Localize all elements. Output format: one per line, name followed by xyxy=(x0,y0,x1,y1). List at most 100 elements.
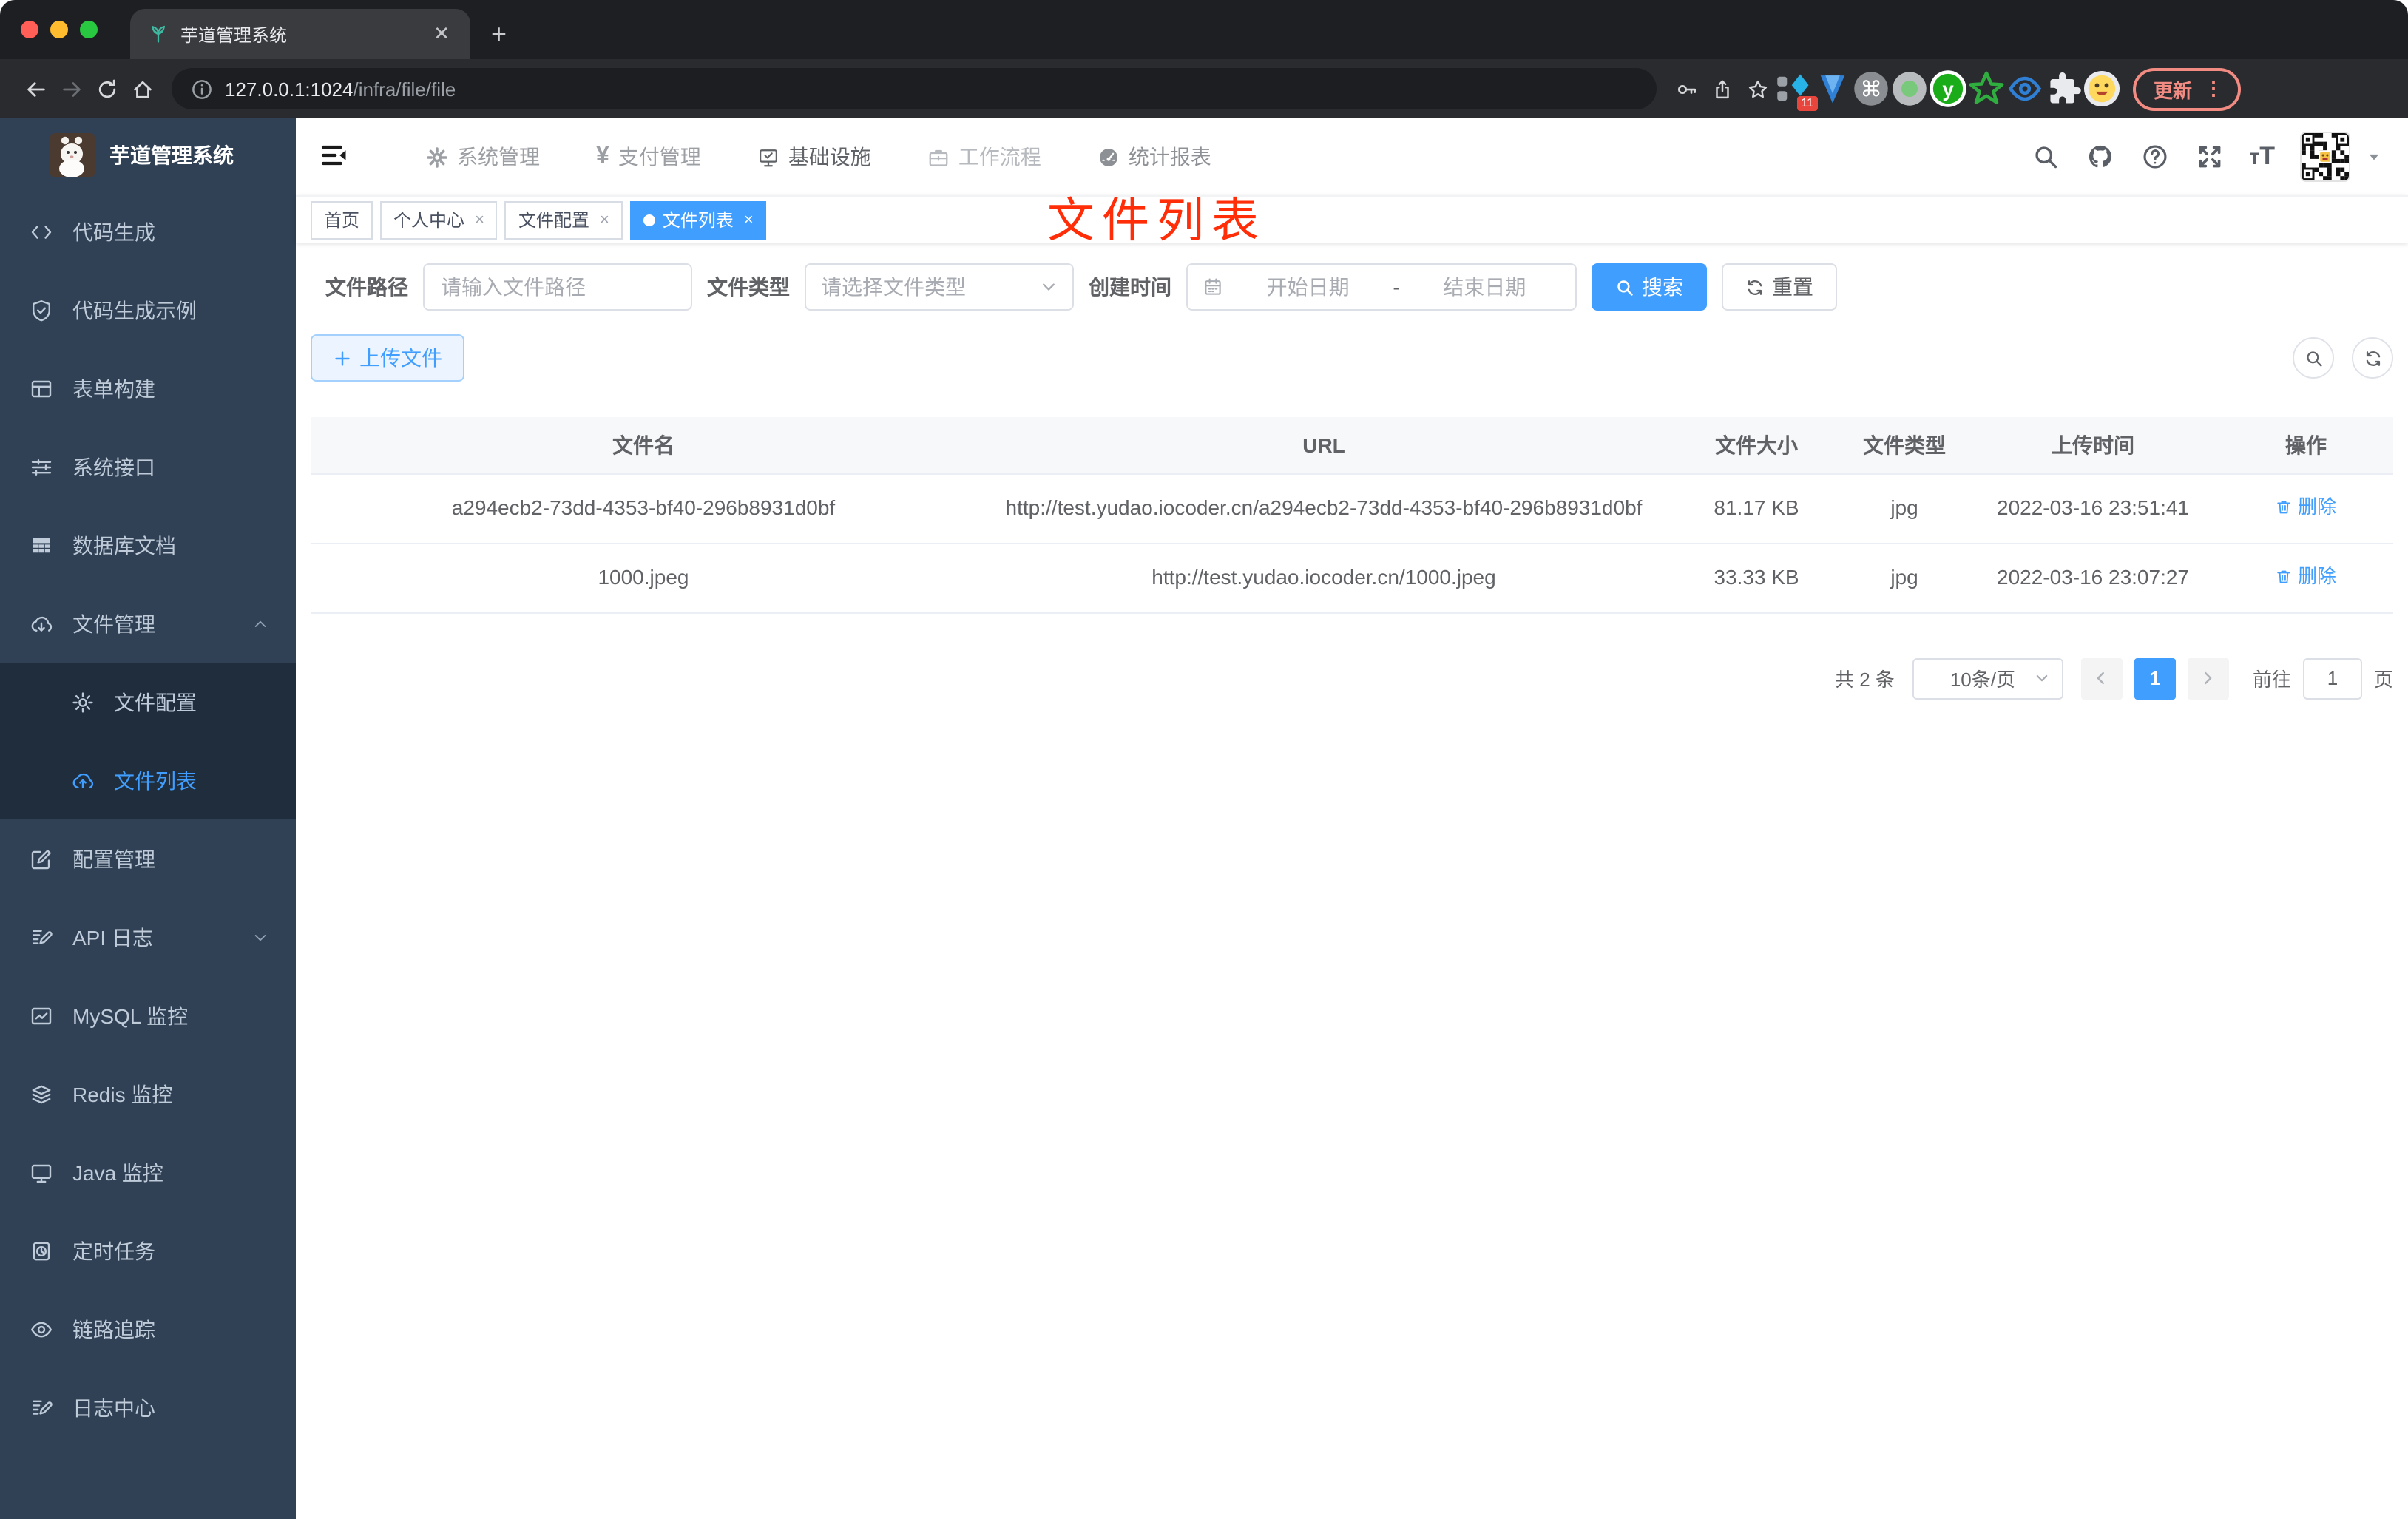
tag-文件列表[interactable]: 文件列表 × xyxy=(629,200,767,239)
url-bar[interactable]: 127.0.0.1:1024/infra/file/file xyxy=(172,68,1657,109)
next-page-button[interactable] xyxy=(2187,657,2229,699)
profile-avatar[interactable] xyxy=(2083,70,2121,108)
hamburger-icon[interactable] xyxy=(319,141,352,173)
sidebar-item-Redis 监控[interactable]: Redis 监控 xyxy=(0,1055,296,1133)
kebab-menu-icon[interactable]: ⋮ xyxy=(2204,77,2223,101)
window-close-button[interactable] xyxy=(21,21,38,38)
navbar-right: TT xyxy=(2031,132,2408,182)
form-icon xyxy=(30,376,53,400)
sidebar-item-文件列表[interactable]: 文件列表 xyxy=(0,741,296,819)
file-path-input[interactable] xyxy=(423,263,692,311)
edit-icon xyxy=(30,847,53,870)
window-minimize-button[interactable] xyxy=(50,21,68,38)
sidebar-item-label: 文件配置 xyxy=(114,690,197,714)
forward-icon[interactable] xyxy=(53,71,89,106)
command-extension-icon[interactable]: ⌘ xyxy=(1852,70,1890,108)
goto-page-input[interactable] xyxy=(2302,657,2362,699)
search-button[interactable]: 搜索 xyxy=(1592,263,1707,311)
window-zoom-button[interactable] xyxy=(80,21,98,38)
back-icon[interactable] xyxy=(18,71,53,106)
home-icon[interactable] xyxy=(124,71,160,106)
password-key-icon[interactable] xyxy=(1668,71,1704,106)
tag-文件配置[interactable]: 文件配置 × xyxy=(504,200,623,239)
sidebar-item-Java 监控[interactable]: Java 监控 xyxy=(0,1133,296,1211)
browser-tab[interactable]: 芋道管理系统 ✕ xyxy=(130,9,470,59)
site-info-icon[interactable] xyxy=(189,71,213,106)
svg-text:⌘: ⌘ xyxy=(1860,78,1881,101)
refresh-table-button[interactable] xyxy=(2352,337,2393,379)
help-icon[interactable] xyxy=(2140,142,2170,172)
app-title: 芋道管理系统 xyxy=(109,143,234,167)
delete-button[interactable]: 删除 xyxy=(2276,561,2336,592)
sidebar-item-代码生成示例[interactable]: 代码生成示例 xyxy=(0,271,296,349)
pinned-extension-icon[interactable]: 11 xyxy=(1775,70,1818,111)
date-range-picker[interactable]: 开始日期 - 结束日期 xyxy=(1186,263,1577,311)
upload-file-button[interactable]: 上传文件 xyxy=(311,334,464,382)
top-menu-统计报表[interactable]: 统计报表 xyxy=(1098,142,1211,172)
page-size-select[interactable]: 10条/页 xyxy=(1912,657,2063,699)
top-menu-系统管理[interactable]: 系统管理 xyxy=(426,142,540,172)
table-row: a294ecb2-73dd-4353-bf40-296b8931d0bf http… xyxy=(311,473,2393,544)
tag-个人中心[interactable]: 个人中心 × xyxy=(380,200,498,239)
window-controls xyxy=(21,21,98,38)
sidebar-item-配置管理[interactable]: 配置管理 xyxy=(0,819,296,898)
github-icon[interactable] xyxy=(2086,142,2115,172)
column-header-文件大小: 文件大小 xyxy=(1671,417,1841,474)
sidebar-logo[interactable]: 芋道管理系统 xyxy=(0,118,296,192)
file-url-cell: http://test.yudao.iocoder.cn/1000.jpeg xyxy=(976,543,1671,613)
avatar-caret-down-icon[interactable] xyxy=(2367,149,2381,164)
header-search-icon[interactable] xyxy=(2031,142,2060,172)
prev-page-button[interactable] xyxy=(2080,657,2123,699)
browser-update-button[interactable]: 更新 ⋮ xyxy=(2133,67,2242,110)
sidebar-item-日志中心[interactable]: 日志中心 xyxy=(0,1368,296,1447)
new-tab-button[interactable]: + xyxy=(491,19,507,50)
chevron-down-icon xyxy=(1043,283,1055,291)
bookmark-star-icon[interactable] xyxy=(1739,71,1775,106)
date-start-placeholder: 开始日期 xyxy=(1266,275,1350,299)
tag-close-icon[interactable]: × xyxy=(744,211,754,229)
sidebar-item-定时任务[interactable]: 定时任务 xyxy=(0,1211,296,1290)
goto-suffix: 页 xyxy=(2373,669,2393,691)
top-menu-基础设施[interactable]: 基础设施 xyxy=(757,142,871,172)
star-extension-icon[interactable] xyxy=(1967,70,2006,108)
recorder-extension-icon[interactable] xyxy=(1890,70,1929,108)
upload-time-cell: 2022-03-16 23:51:41 xyxy=(1967,473,2219,544)
top-menu-label: 统计报表 xyxy=(1128,145,1211,169)
delete-button[interactable]: 删除 xyxy=(2276,492,2336,523)
action-cell: 删除 xyxy=(2219,543,2393,613)
toggle-search-button[interactable] xyxy=(2293,337,2334,379)
top-menu-支付管理[interactable]: ¥ 支付管理 xyxy=(596,142,701,172)
eye-icon xyxy=(30,1317,53,1341)
tag-close-icon[interactable]: × xyxy=(475,211,484,229)
tab-close-icon[interactable]: ✕ xyxy=(430,22,453,46)
chevron-up-icon xyxy=(251,615,269,632)
pagination: 共 2 条 10条/页 1 前往 页 xyxy=(311,657,2393,699)
share-icon[interactable] xyxy=(1704,71,1739,106)
reload-icon[interactable] xyxy=(89,71,124,106)
tag-label: 个人中心 xyxy=(393,210,465,231)
sidebar-item-表单构建[interactable]: 表单构建 xyxy=(0,349,296,427)
sidebar-item-系统接口[interactable]: 系统接口 xyxy=(0,427,296,506)
current-page-button[interactable]: 1 xyxy=(2134,657,2176,699)
top-menu-工作流程[interactable]: 工作流程 xyxy=(927,142,1041,172)
extensions-puzzle-icon[interactable] xyxy=(2044,70,2083,108)
sidebar-item-代码生成[interactable]: 代码生成 xyxy=(0,192,296,271)
sidebar-item-链路追踪[interactable]: 链路追踪 xyxy=(0,1290,296,1368)
svg-text:y: y xyxy=(1942,78,1954,101)
sidebar-item-文件管理[interactable]: 文件管理 xyxy=(0,584,296,663)
sidebar-item-API 日志[interactable]: API 日志 xyxy=(0,898,296,976)
reset-button[interactable]: 重置 xyxy=(1722,263,1837,311)
vimium-extension-icon[interactable] xyxy=(1813,70,1852,108)
sidebar-item-数据库文档[interactable]: 数据库文档 xyxy=(0,506,296,584)
font-size-icon[interactable]: TT xyxy=(2250,142,2275,172)
fullscreen-icon[interactable] xyxy=(2195,142,2225,172)
sidebar-item-MySQL 监控[interactable]: MySQL 监控 xyxy=(0,976,296,1055)
tag-首页[interactable]: 首页 xyxy=(311,200,373,239)
file-type-select[interactable]: 请选择文件类型 xyxy=(805,263,1074,311)
tag-close-icon[interactable]: × xyxy=(600,211,609,229)
sidebar-item-文件配置[interactable]: 文件配置 xyxy=(0,663,296,741)
eye-extension-icon[interactable] xyxy=(2006,70,2044,108)
user-avatar-qr[interactable] xyxy=(2300,132,2350,182)
gear-icon xyxy=(71,690,95,714)
yudao-extension-icon[interactable]: y xyxy=(1929,70,1967,108)
